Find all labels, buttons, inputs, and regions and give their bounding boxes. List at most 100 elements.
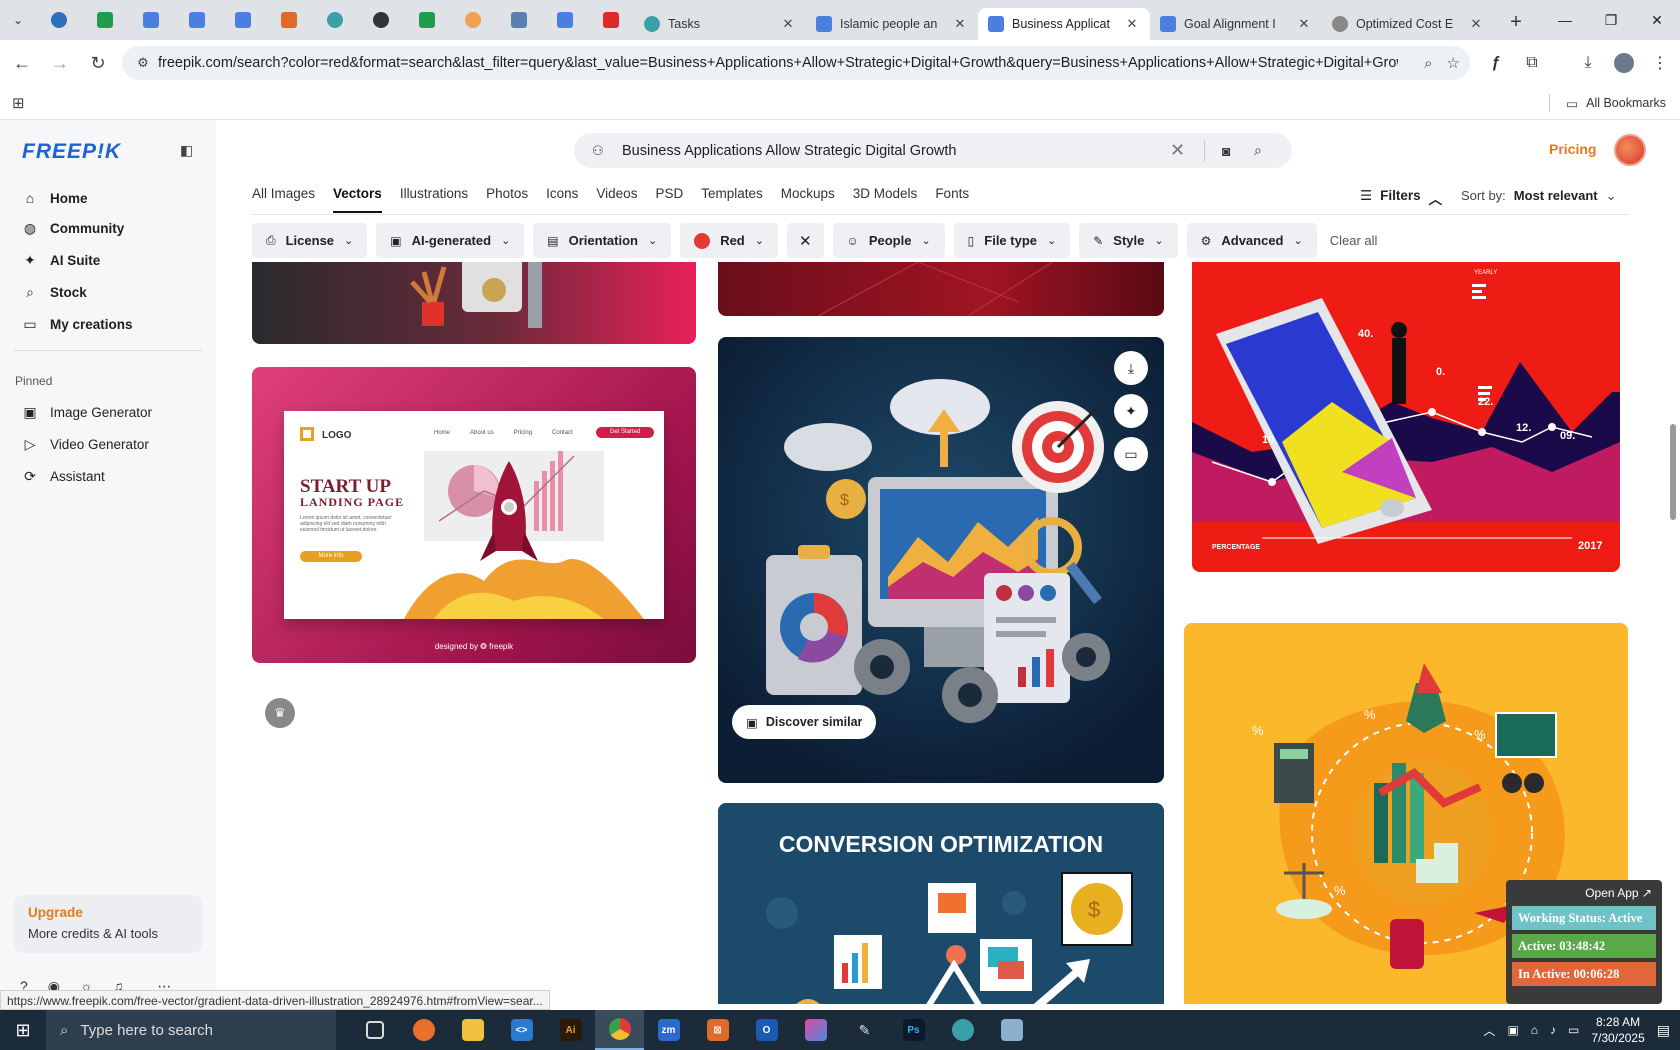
edit-ai-icon[interactable]: ✦ (1114, 394, 1148, 428)
tab-all-images[interactable]: All Images (252, 186, 324, 213)
app-teal-icon[interactable] (938, 1010, 987, 1050)
sidebar-item-home[interactable]: ⌂ Home (14, 182, 204, 214)
extensions-puzzle-icon[interactable]: ⧉ (1514, 46, 1550, 80)
browser-menu-icon[interactable]: ⋮ (1642, 46, 1678, 80)
sidebar-item-video-generator[interactable]: ▷ Video Generator (14, 428, 204, 460)
illustrator-icon[interactable]: Ai (546, 1010, 595, 1050)
forward-button[interactable]: → (44, 47, 76, 79)
upgrade-card[interactable]: Upgrade More credits & AI tools (14, 895, 202, 953)
pinned-tab-youtube[interactable] (588, 0, 634, 40)
scrollbar-thumb[interactable] (1670, 424, 1676, 520)
windows-start-icon[interactable]: ⊞ (0, 1010, 46, 1050)
url-text[interactable]: freepik.com/search?color=red&format=sear… (158, 55, 1398, 71)
filter-license[interactable]: ⎙ License ⌄ (252, 223, 368, 258)
app-notepad-icon[interactable] (987, 1010, 1036, 1050)
tab-business-applications[interactable]: Business Applicat ✕ (978, 8, 1150, 40)
tab-tasks[interactable]: Tasks ✕ (634, 8, 806, 40)
task-view-icon[interactable] (350, 1010, 399, 1050)
firefox-icon[interactable] (399, 1010, 448, 1050)
page-scrollbar[interactable] (1668, 124, 1678, 1004)
profile-avatar[interactable] (1606, 46, 1642, 80)
tab-psd[interactable]: PSD (646, 186, 692, 213)
filter-people[interactable]: ☺ People ⌄ (832, 223, 945, 258)
chrome-icon[interactable] (595, 1010, 644, 1050)
result-card-data-driven[interactable]: $ ⤓ ✦ ▭ ▣ Discover similar (718, 337, 1164, 783)
filter-advanced[interactable]: ⚙ Advanced ⌄ (1186, 223, 1317, 258)
volume-icon[interactable]: ♪ (1550, 1023, 1556, 1037)
notifications-icon[interactable]: ▤ (1657, 1022, 1670, 1039)
clear-search-icon[interactable]: ✕ (1170, 140, 1185, 161)
sort-dropdown[interactable]: Sort by: Most relevant ⌄ (1461, 188, 1617, 204)
bookmark-star-icon[interactable]: ☆ (1447, 54, 1460, 72)
app-orange-icon[interactable]: ⊠ (693, 1010, 742, 1050)
pinned-tab-docs-2[interactable] (174, 0, 220, 40)
filter-file-type[interactable]: ▯ File type ⌄ (953, 223, 1071, 258)
tray-app-icon[interactable]: ▣ (1507, 1023, 1518, 1037)
downloads-icon[interactable]: ⤓ (1570, 46, 1606, 80)
close-window-button[interactable]: ✕ (1634, 0, 1680, 40)
tab-vectors[interactable]: Vectors (324, 186, 391, 213)
filter-color-red[interactable]: Red ⌄ (680, 223, 778, 258)
pinned-tab-docs-4[interactable] (542, 0, 588, 40)
vscode-icon[interactable]: <> (497, 1010, 546, 1050)
tab-optimized-cost[interactable]: Optimized Cost E ✕ (1322, 8, 1494, 40)
tab-fonts[interactable]: Fonts (926, 186, 978, 213)
pinned-tab-grid[interactable] (496, 0, 542, 40)
tab-3d-models[interactable]: 3D Models (844, 186, 927, 213)
open-app-link[interactable]: Open App ↗ (1512, 884, 1656, 906)
pen-tool-icon[interactable]: ✎ (840, 1010, 889, 1050)
battery-icon[interactable]: ▭ (1568, 1023, 1579, 1037)
tab-search-icon[interactable]: ⌄ (0, 0, 36, 40)
zoom-icon[interactable]: ⌕ (1424, 55, 1432, 72)
outlook-icon[interactable]: O (742, 1010, 791, 1050)
restore-button[interactable]: ❐ (1588, 0, 1634, 40)
tab-close-icon[interactable]: ✕ (1468, 16, 1484, 32)
site-info-icon[interactable]: ⚙ (128, 55, 158, 71)
tab-goal-alignment[interactable]: Goal Alignment I ✕ (1150, 8, 1322, 40)
tab-islamic-people[interactable]: Islamic people an ✕ (806, 8, 978, 40)
result-card[interactable] (252, 262, 696, 344)
sidebar-item-community[interactable]: ◍ Community (14, 212, 204, 244)
reload-button[interactable]: ↻ (82, 47, 114, 79)
discover-similar-button[interactable]: ▣ Discover similar (732, 705, 877, 739)
tab-close-icon[interactable]: ✕ (1296, 16, 1312, 32)
tab-close-icon[interactable]: ✕ (952, 16, 968, 32)
pinned-tab-app[interactable] (266, 0, 312, 40)
premium-crown-icon[interactable]: ♛ (265, 698, 295, 728)
result-card[interactable] (718, 262, 1164, 316)
search-bar[interactable]: ⚇ Business Applications Allow Strategic … (574, 133, 1292, 168)
filter-style[interactable]: ✎ Style ⌄ (1079, 223, 1178, 258)
result-card-startup-landing[interactable]: LOGO Home About us Pricing Contact Get S… (252, 367, 696, 663)
tab-close-icon[interactable]: ✕ (1124, 16, 1140, 32)
file-explorer-icon[interactable] (448, 1010, 497, 1050)
pinned-tab-docs-1[interactable] (128, 0, 174, 40)
remove-color-filter-button[interactable]: ✕ (786, 223, 824, 258)
result-card-conversion[interactable]: CONVERSION OPTIMIZATION $ (718, 803, 1164, 1004)
pinned-tab-docs-3[interactable] (220, 0, 266, 40)
photoshop-icon[interactable]: Ps (889, 1010, 938, 1050)
taskbar-search[interactable]: ⌕ Type here to search (46, 1010, 336, 1050)
filter-orientation[interactable]: ▤ Orientation ⌄ (533, 223, 672, 258)
pricing-link[interactable]: Pricing (1549, 141, 1596, 157)
tab-illustrations[interactable]: Illustrations (391, 186, 477, 213)
network-icon[interactable]: ⌂ (1531, 1023, 1538, 1037)
taskbar-clock[interactable]: 8:28 AM 7/30/2025 (1591, 1014, 1644, 1046)
tab-videos[interactable]: Videos (587, 186, 646, 213)
search-submit-icon[interactable]: ⌕ (1254, 142, 1262, 159)
apps-grid-icon[interactable]: ⊞ (12, 94, 25, 112)
pinned-tab-sheets[interactable] (82, 0, 128, 40)
tab-mockups[interactable]: Mockups (772, 186, 844, 213)
pinned-tab-openai[interactable] (358, 0, 404, 40)
tab-close-icon[interactable]: ✕ (780, 16, 796, 32)
filters-toggle-button[interactable]: ☰ Filters ︿ (1360, 188, 1442, 208)
ai-search-mode-icon[interactable]: ⚇ (592, 143, 622, 159)
user-avatar[interactable] (1614, 134, 1646, 166)
tab-photos[interactable]: Photos (477, 186, 537, 213)
all-bookmarks-button[interactable]: ▭ All Bookmarks (1549, 94, 1666, 112)
freepik-logo[interactable]: FREEP!K (22, 140, 121, 164)
tray-overflow-icon[interactable]: ︿ (1483, 1022, 1495, 1039)
sidebar-item-my-creations[interactable]: ▭ My creations (14, 308, 204, 340)
sidebar-item-ai-suite[interactable]: ✦ AI Suite (14, 244, 204, 276)
tab-icons[interactable]: Icons (537, 186, 587, 213)
pinned-tab-sheets-2[interactable] (404, 0, 450, 40)
